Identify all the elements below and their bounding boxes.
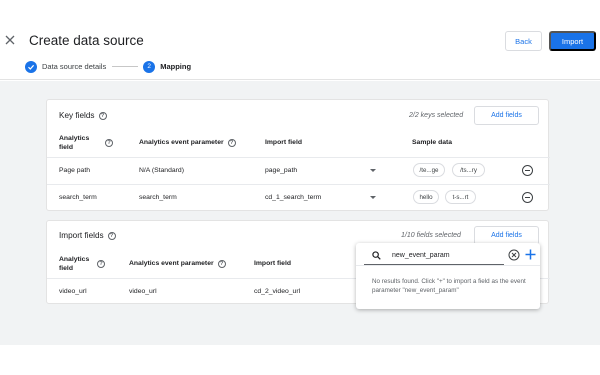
help-icon[interactable]: ? [105,139,113,147]
popup-divider [356,265,540,266]
column-header-analytics-field: Analytics field ? [59,134,119,152]
column-header-event-parameter: Analytics event parameter ? [129,259,226,268]
sample-chip: t-s...rt [445,190,476,204]
add-field-popup: new_event_param No results found. Click … [356,243,540,309]
column-header-import-field: Import field [254,260,292,267]
remove-row-icon[interactable] [522,165,533,176]
search-input[interactable]: new_event_param [392,251,450,260]
help-icon[interactable]: ? [217,259,226,268]
clear-icon[interactable] [508,249,520,261]
page-title: Create data source [29,33,144,48]
key-fields-card: Key fields ? 2/2 keys selected Add field… [46,99,550,211]
column-header-analytics-field: Analytics field ? [59,255,119,273]
help-icon[interactable]: ? [98,111,107,120]
import-field-select[interactable]: cd_2_video_url [254,287,300,296]
import-fields-label: Import fields [59,231,104,240]
table-cell: search_term [59,194,97,201]
no-results-message: No results found. Click "+" to import a … [372,278,526,294]
help-icon[interactable]: ? [97,260,105,268]
sample-chip: hello [413,190,439,204]
import-button[interactable]: Import [549,31,596,51]
import-field-select[interactable]: cd_1_search_term [265,193,321,202]
column-header-sample-data: Sample data [412,139,453,146]
step-connector [112,66,139,67]
column-header-event-parameter: Analytics event parameter ? [139,138,236,147]
chevron-down-icon[interactable] [370,196,376,199]
plus-icon[interactable] [524,248,537,261]
footer-area [0,345,600,375]
fields-selected-count: 1/10 fields selected [401,232,461,239]
key-fields-title: Key fields ? [59,111,107,120]
row-divider [47,184,550,185]
search-underline [364,264,504,265]
sample-chip: /ts...ry [452,163,485,177]
keys-selected-count: 2/2 keys selected [409,112,464,119]
close-icon[interactable] [3,33,17,47]
table-cell: search_term [139,194,177,201]
step-number: 2 [143,60,156,73]
help-icon[interactable]: ? [107,231,116,240]
help-icon[interactable]: ? [227,138,236,147]
header-bar: Create data source Back Import Data sour… [0,0,600,80]
step-label-details[interactable]: Data source details [42,62,106,71]
table-cell: Page path [59,167,90,174]
sample-chip: /te...ge [413,163,445,177]
search-icon [372,251,381,260]
step-label-mapping: Mapping [160,62,192,71]
back-button[interactable]: Back [505,31,542,51]
check-icon [25,60,37,73]
key-fields-label: Key fields [59,111,95,120]
add-key-fields-button[interactable]: Add fields [474,106,539,125]
import-field-select[interactable]: page_path [265,166,297,175]
table-cell: video_url [129,288,157,295]
row-divider [47,157,550,158]
table-cell: video_url [59,288,87,295]
import-fields-title: Import fields ? [59,231,116,240]
stepper: Data source details 2 Mapping [25,60,191,73]
column-header-import-field: Import field [265,139,303,146]
table-cell: N/A (Standard) [139,167,184,174]
chevron-down-icon[interactable] [370,169,376,172]
remove-row-icon[interactable] [522,192,533,203]
